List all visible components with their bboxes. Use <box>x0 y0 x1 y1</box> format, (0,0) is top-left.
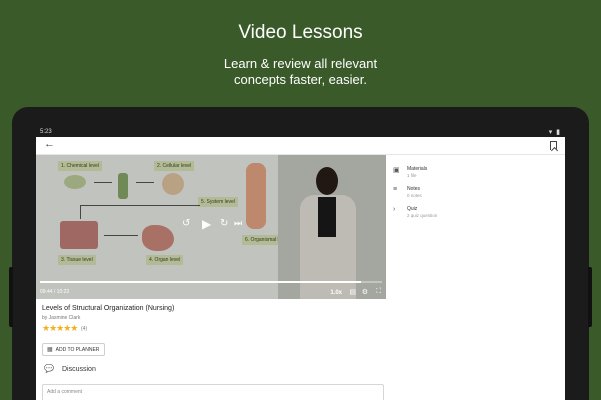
side-item-subtitle: 1 file <box>407 173 417 178</box>
discussion-icon: 💬 <box>44 364 54 373</box>
promo-subtitle-line-2: concepts faster, easier. <box>234 72 367 87</box>
side-item-materials[interactable]: ▣ Materials 1 file <box>390 163 565 185</box>
add-to-planner-button[interactable]: ▦ ADD TO PLANNER <box>42 343 106 356</box>
tablet-frame: 5:23 ▾ ▮ ← 1. Chemical level 2. Cellular… <box>9 107 592 400</box>
tablet-button-right <box>588 267 592 327</box>
side-item-title: Materials <box>407 166 428 172</box>
side-item-subtitle: 0 notes <box>407 193 422 198</box>
lesson-title: Levels of Structural Organization (Nursi… <box>42 305 175 312</box>
status-time: 5:23 <box>40 129 52 135</box>
promo-title: Video Lessons <box>238 22 363 43</box>
star-rating: ★★★★★ <box>42 323 78 333</box>
lesson-author[interactable]: by Jasmine Clark <box>42 315 80 321</box>
fullscreen-icon[interactable]: ⛶ <box>376 288 381 296</box>
back-arrow-icon[interactable]: ← <box>44 138 55 150</box>
forward-icon[interactable]: ↻ <box>220 218 228 229</box>
add-to-planner-label: ADD TO PLANNER <box>55 346 100 353</box>
video-progress-fill <box>40 281 362 283</box>
play-icon[interactable]: ▶ <box>202 217 211 231</box>
side-item-subtitle: 2 quiz question <box>407 213 438 218</box>
notes-icon: ≡ <box>393 186 398 193</box>
promo-subtitle: Learn & review all relevant concepts fas… <box>0 56 601 88</box>
playback-speed-button[interactable]: 1.0x <box>330 290 342 296</box>
status-icons: ▾ ▮ <box>548 129 561 136</box>
bookmark-icon[interactable] <box>550 141 557 150</box>
app-bar: ← <box>36 137 565 155</box>
video-time: 09:44 / 10:23 <box>40 289 70 295</box>
side-item-notes[interactable]: ≡ Notes 0 notes <box>390 183 565 205</box>
promo-subtitle-line-1: Learn & review all relevant <box>223 56 378 71</box>
side-item-title: Notes <box>407 186 421 192</box>
planner-icon: ▦ <box>47 347 53 353</box>
materials-icon: ▣ <box>393 167 400 174</box>
discussion-heading: Discussion <box>62 366 96 373</box>
video-player[interactable]: 1. Chemical level 2. Cellular level 5. S… <box>36 155 386 299</box>
rating-count: (4) <box>81 326 88 332</box>
video-progress-bar[interactable] <box>40 281 382 283</box>
status-bar: 5:23 ▾ ▮ <box>36 127 565 137</box>
tablet-button-left <box>9 267 13 327</box>
side-item-quiz[interactable]: › Quiz 2 quiz question <box>390 203 565 225</box>
settings-icon[interactable]: ⚙ <box>362 288 368 296</box>
next-icon[interactable]: ⏭ <box>234 218 242 229</box>
quiz-chevron-icon: › <box>393 206 396 213</box>
subtitles-icon[interactable]: ▤ <box>349 288 356 296</box>
tablet-screen: 5:23 ▾ ▮ ← 1. Chemical level 2. Cellular… <box>36 127 565 400</box>
rewind-icon[interactable]: ↺ <box>182 218 190 229</box>
comment-input[interactable]: Add a comment <box>42 384 384 400</box>
side-item-title: Quiz <box>407 206 418 212</box>
